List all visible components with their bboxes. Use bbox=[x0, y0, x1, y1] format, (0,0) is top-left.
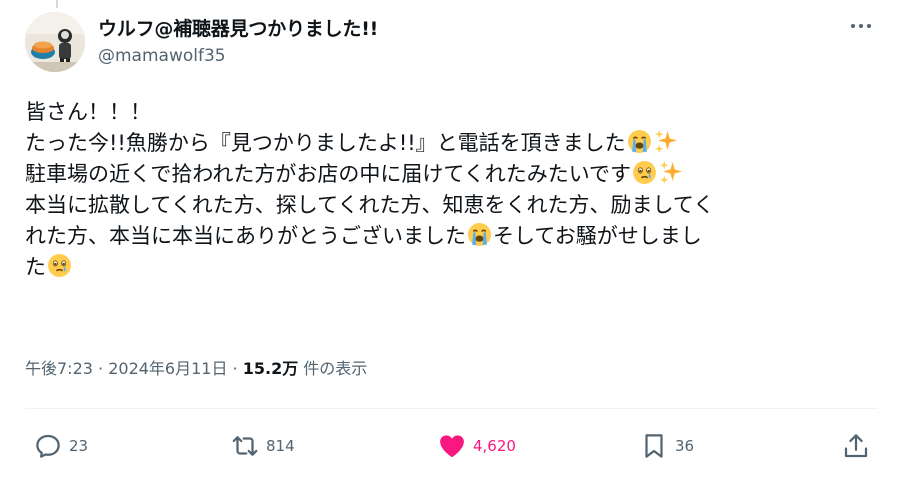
tweet-time[interactable]: 午後7:23 bbox=[25, 359, 93, 378]
views-label: 件の表示 bbox=[298, 359, 368, 378]
loudly-crying-face-icon bbox=[468, 223, 491, 246]
action-bar: 23 814 4,620 36 bbox=[25, 426, 880, 466]
bookmark-count: 36 bbox=[675, 437, 695, 455]
face-holding-back-tears-icon bbox=[633, 161, 657, 184]
thread-connector-line bbox=[56, 0, 58, 8]
reply-count: 23 bbox=[69, 437, 89, 455]
sparkles-icon bbox=[660, 161, 682, 184]
tweet-line: 本当に拡散してくれた方、探してくれた方、知恵をくれた方、励ましてく bbox=[25, 193, 715, 217]
more-dot-icon bbox=[859, 24, 863, 28]
bookmark-button[interactable]: 36 bbox=[639, 426, 694, 466]
tweet-line: 駐車場の近くで拾われた方がお店の中に届けてくれたみたいです bbox=[25, 159, 875, 190]
tweet-line: た bbox=[25, 252, 875, 283]
reply-icon bbox=[36, 434, 60, 458]
meta-separator: · bbox=[92, 359, 109, 378]
avatar[interactable] bbox=[25, 12, 85, 72]
sparkles-icon bbox=[654, 130, 677, 153]
tweet-line: れた方、本当に本当にありがとうございました そしてお騒がせしまし bbox=[25, 223, 702, 248]
meta-separator: · bbox=[227, 359, 243, 378]
divider bbox=[25, 408, 878, 409]
tweet-meta: 午後7:23 · 2024年6月11日 · 15.2万 件の表示 bbox=[25, 355, 367, 379]
reply-button[interactable]: 23 bbox=[33, 426, 88, 466]
retweet-count: 814 bbox=[266, 437, 295, 455]
retweet-button[interactable]: 814 bbox=[230, 426, 295, 466]
tweet-text: 皆さん！！！ たった今!!魚勝から『見つかりましたよ!!』と電話を頂きました 駐… bbox=[25, 97, 875, 283]
views-count: 15.2万 bbox=[242, 359, 299, 378]
more-dot-icon bbox=[867, 24, 871, 28]
display-name[interactable]: ウルフ@補聴器見つかりました!! bbox=[98, 14, 378, 41]
tweet-date[interactable]: 2024年6月11日 bbox=[108, 359, 227, 378]
avatar-image bbox=[25, 12, 85, 72]
user-handle[interactable]: @mamawolf35 bbox=[98, 46, 226, 66]
loudly-crying-face-icon bbox=[627, 130, 651, 153]
share-icon bbox=[844, 434, 868, 458]
like-count: 4,620 bbox=[473, 437, 516, 455]
more-dot-icon bbox=[851, 24, 855, 28]
share-button[interactable] bbox=[841, 426, 871, 466]
heart-filled-icon bbox=[440, 435, 464, 458]
retweet-icon bbox=[232, 436, 258, 456]
more-options-button[interactable] bbox=[844, 14, 878, 38]
like-button[interactable]: 4,620 bbox=[437, 426, 516, 466]
bookmark-icon bbox=[645, 434, 663, 458]
tweet-line: たった今!!魚勝から『見つかりましたよ!!』と電話を頂きました bbox=[25, 128, 875, 159]
tweet-line: 皆さん！！！ bbox=[25, 100, 151, 124]
face-holding-back-tears-icon bbox=[48, 254, 71, 277]
